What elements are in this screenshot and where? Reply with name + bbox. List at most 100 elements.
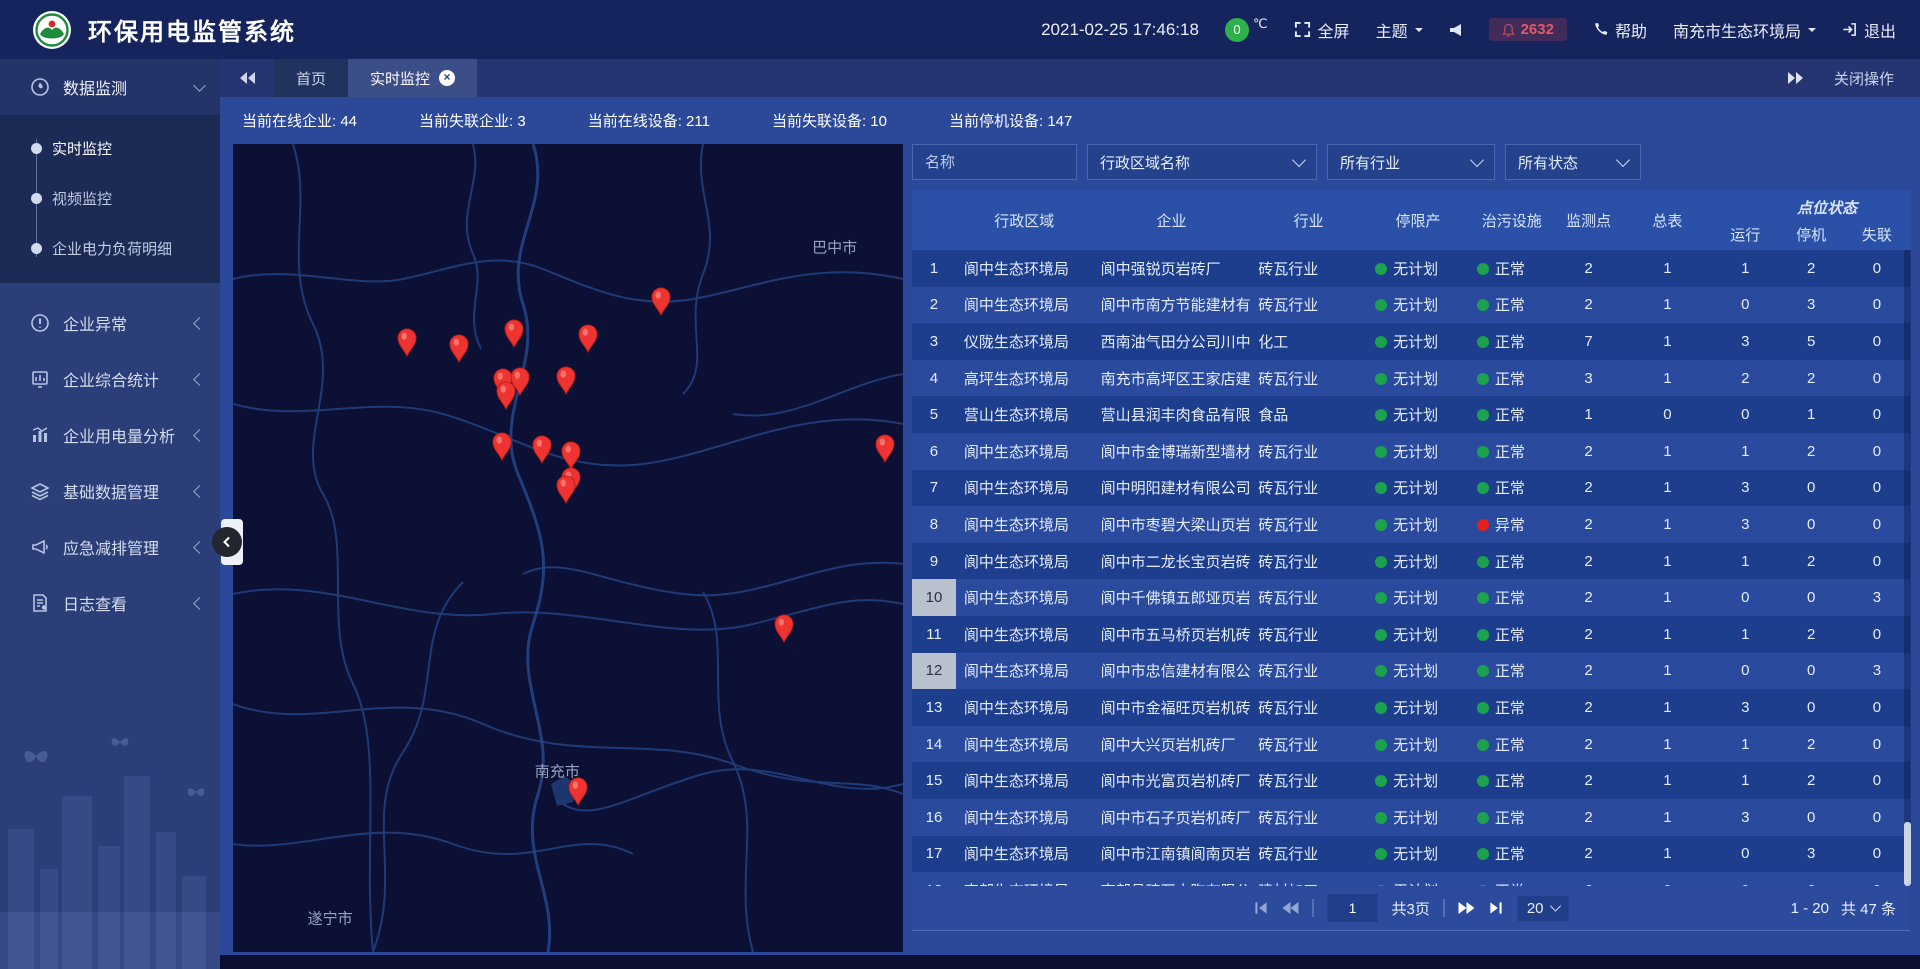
status-dot-icon	[1477, 665, 1489, 677]
map-marker-icon[interactable]	[555, 475, 577, 504]
cell-lost-count: 0	[1844, 772, 1910, 789]
tab-close-icon[interactable]: ×	[439, 70, 455, 86]
cell-monitor-count: 2	[1555, 736, 1623, 753]
table-row[interactable]: 12阆中生态环境局阆中市忠信建材有限公砖瓦行业无计划正常21003	[912, 653, 1910, 690]
map-marker-icon[interactable]	[495, 381, 517, 410]
status-dot-icon	[1477, 556, 1489, 568]
map-marker-icon[interactable]	[773, 614, 795, 643]
map-panel[interactable]: 巴中市南充市遂宁市	[233, 144, 903, 952]
sidebar-item-enterprise-abnormal[interactable]: 企业异常	[0, 295, 220, 351]
page-size-select[interactable]: 20	[1518, 896, 1569, 921]
header-toolbar: 2021-02-25 17:46:18 0 ℃ 全屏 主题 2632 帮助 南充…	[1041, 18, 1896, 42]
status-filter-select[interactable]: 所有状态	[1505, 144, 1641, 180]
map-marker-icon[interactable]	[555, 366, 577, 395]
table-row[interactable]: 10阆中生态环境局阆中千佛镇五郎垭页岩砖瓦行业无计划正常21003	[912, 579, 1910, 616]
map-marker-icon[interactable]	[491, 432, 513, 461]
first-page-button[interactable]	[1253, 901, 1268, 915]
sidebar-subitem-video-monitor[interactable]: 视频监控	[0, 173, 220, 223]
cell-region: 阆中生态环境局	[956, 843, 1093, 864]
cell-company: 阆中千佛镇五郎垭页岩	[1093, 587, 1251, 608]
table-row[interactable]: 4高坪生态环境局南充市高坪区王家店建砖瓦行业无计划正常31220	[912, 360, 1910, 397]
fullscreen-icon	[1294, 21, 1311, 38]
tab-home[interactable]: 首页	[274, 59, 348, 97]
map-marker-icon[interactable]	[650, 287, 672, 316]
map-marker-icon[interactable]	[874, 434, 896, 463]
sidebar-subitem-power-load-detail[interactable]: 企业电力负荷明细	[0, 223, 220, 273]
cell-stop-count: 1	[1778, 406, 1844, 423]
table-row[interactable]: 7阆中生态环境局阆中明阳建材有限公司砖瓦行业无计划正常21300	[912, 470, 1910, 507]
table-row[interactable]: 15阆中生态环境局阆中市光富页岩机砖厂砖瓦行业无计划正常21120	[912, 762, 1910, 799]
cell-meter-count: 1	[1623, 845, 1713, 862]
page-input[interactable]	[1327, 894, 1377, 922]
cell-region: 阆中生态环境局	[956, 770, 1093, 791]
sidebar-item-data-monitoring[interactable]: 数据监测	[0, 59, 220, 115]
cell-facility-status: 正常	[1469, 441, 1555, 462]
table-row[interactable]: 5营山生态环境局营山县润丰肉食品有限食品无计划正常10010	[912, 396, 1910, 433]
table-row[interactable]: 6阆中生态环境局阆中市金博瑞新型墙材砖瓦行业无计划正常21120	[912, 433, 1910, 470]
scrollbar-thumb[interactable]	[1904, 822, 1911, 886]
cell-stop-count: 0	[1778, 516, 1844, 533]
fullscreen-button[interactable]: 全屏	[1294, 18, 1350, 42]
map-marker-icon[interactable]	[503, 319, 525, 348]
region-filter-select[interactable]: 行政区域名称	[1087, 144, 1317, 180]
table-row[interactable]: 17阆中生态环境局阆中市江南镇阆南页岩砖瓦行业无计划正常21030	[912, 836, 1910, 873]
cell-lost-count: 3	[1844, 589, 1910, 606]
table-row[interactable]: 1阆中生态环境局阆中强锐页岩砖厂砖瓦行业无计划正常21120	[912, 250, 1910, 287]
logout-icon	[1842, 22, 1857, 37]
cell-company: 西南油气田分公司川中	[1093, 331, 1251, 352]
logout-button[interactable]: 退出	[1842, 18, 1896, 42]
tab-realtime-monitor[interactable]: 实时监控 ×	[348, 59, 477, 97]
sidebar-collapse-button[interactable]	[212, 527, 242, 557]
table-row[interactable]: 13阆中生态环境局阆中市金福旺页岩机砖砖瓦行业无计划正常21300	[912, 689, 1910, 726]
cell-lost-count: 3	[1844, 662, 1910, 679]
speaker-icon	[1449, 23, 1463, 37]
table-row[interactable]: 3仪陇生态环境局西南油气田分公司川中化工无计划正常71350	[912, 323, 1910, 360]
stat-item: 当前在线设备: 211	[588, 110, 710, 131]
table-row[interactable]: 2阆中生态环境局阆中市南方节能建材有砖瓦行业无计划正常21030	[912, 287, 1910, 324]
notification-badge[interactable]: 2632	[1489, 18, 1567, 41]
map-marker-icon[interactable]	[577, 324, 599, 353]
layers-icon	[30, 481, 50, 501]
sidebar-item-log-view[interactable]: 日志查看	[0, 575, 220, 631]
row-index: 11	[912, 616, 956, 653]
map-marker-icon[interactable]	[567, 777, 589, 806]
org-dropdown[interactable]: 南充市生态环境局	[1673, 18, 1816, 42]
tabs-scroll-left-icon[interactable]	[220, 59, 274, 97]
theme-dropdown[interactable]: 主题	[1376, 18, 1423, 42]
cell-region: 阆中生态环境局	[956, 258, 1093, 279]
cell-meter-count: 1	[1623, 553, 1713, 570]
status-dot-icon	[1477, 263, 1489, 275]
table-scrollbar[interactable]	[1904, 250, 1911, 886]
tabs-scroll-right-icon[interactable]	[1787, 71, 1804, 85]
name-filter-input[interactable]	[912, 144, 1077, 180]
map-marker-icon[interactable]	[531, 435, 553, 464]
table-row[interactable]: 8阆中生态环境局阆中市枣碧大梁山页岩砖瓦行业无计划异常21300	[912, 506, 1910, 543]
close-operations-button[interactable]: 关闭操作	[1834, 68, 1894, 89]
map-marker-icon[interactable]	[560, 441, 582, 470]
help-button[interactable]: 帮助	[1593, 18, 1647, 42]
cell-region: 阆中生态环境局	[956, 697, 1093, 718]
next-page-button[interactable]	[1459, 901, 1475, 915]
sidebar-subitem-realtime-monitor[interactable]: 实时监控	[0, 123, 220, 173]
table-row[interactable]: 18南部生态环境局南部县砖瓦土陶有限公建材加工无计划正常60060	[912, 872, 1910, 886]
map-marker-icon[interactable]	[396, 328, 418, 357]
status-dot-icon	[1477, 702, 1489, 714]
speaker-button[interactable]	[1449, 23, 1463, 37]
table-row[interactable]: 14阆中生态环境局阆中大兴页岩机砖厂砖瓦行业无计划正常21120	[912, 726, 1910, 763]
sidebar-item-enterprise-statistics[interactable]: 企业综合统计	[0, 351, 220, 407]
cell-lost-count: 0	[1844, 516, 1910, 533]
sidebar-item-base-data-management[interactable]: 基础数据管理	[0, 463, 220, 519]
table-row[interactable]: 11阆中生态环境局阆中市五马桥页岩机砖砖瓦行业无计划正常21120	[912, 616, 1910, 653]
chevron-left-icon	[193, 597, 206, 610]
map-marker-icon[interactable]	[448, 334, 470, 363]
table-row[interactable]: 9阆中生态环境局阆中市二龙长宝页岩砖砖瓦行业无计划正常21120	[912, 543, 1910, 580]
sidebar-item-emergency-reduction[interactable]: 应急减排管理	[0, 519, 220, 575]
cell-monitor-count: 2	[1555, 626, 1623, 643]
table-row[interactable]: 16阆中生态环境局阆中市石子页岩机砖厂砖瓦行业无计划正常21300	[912, 799, 1910, 836]
prev-page-button[interactable]	[1282, 901, 1298, 915]
app-logo-icon	[32, 10, 72, 50]
last-page-button[interactable]	[1489, 901, 1504, 915]
cell-region: 阆中生态环境局	[956, 551, 1093, 572]
industry-filter-select[interactable]: 所有行业	[1327, 144, 1495, 180]
sidebar-item-power-usage-analysis[interactable]: 企业用电量分析	[0, 407, 220, 463]
